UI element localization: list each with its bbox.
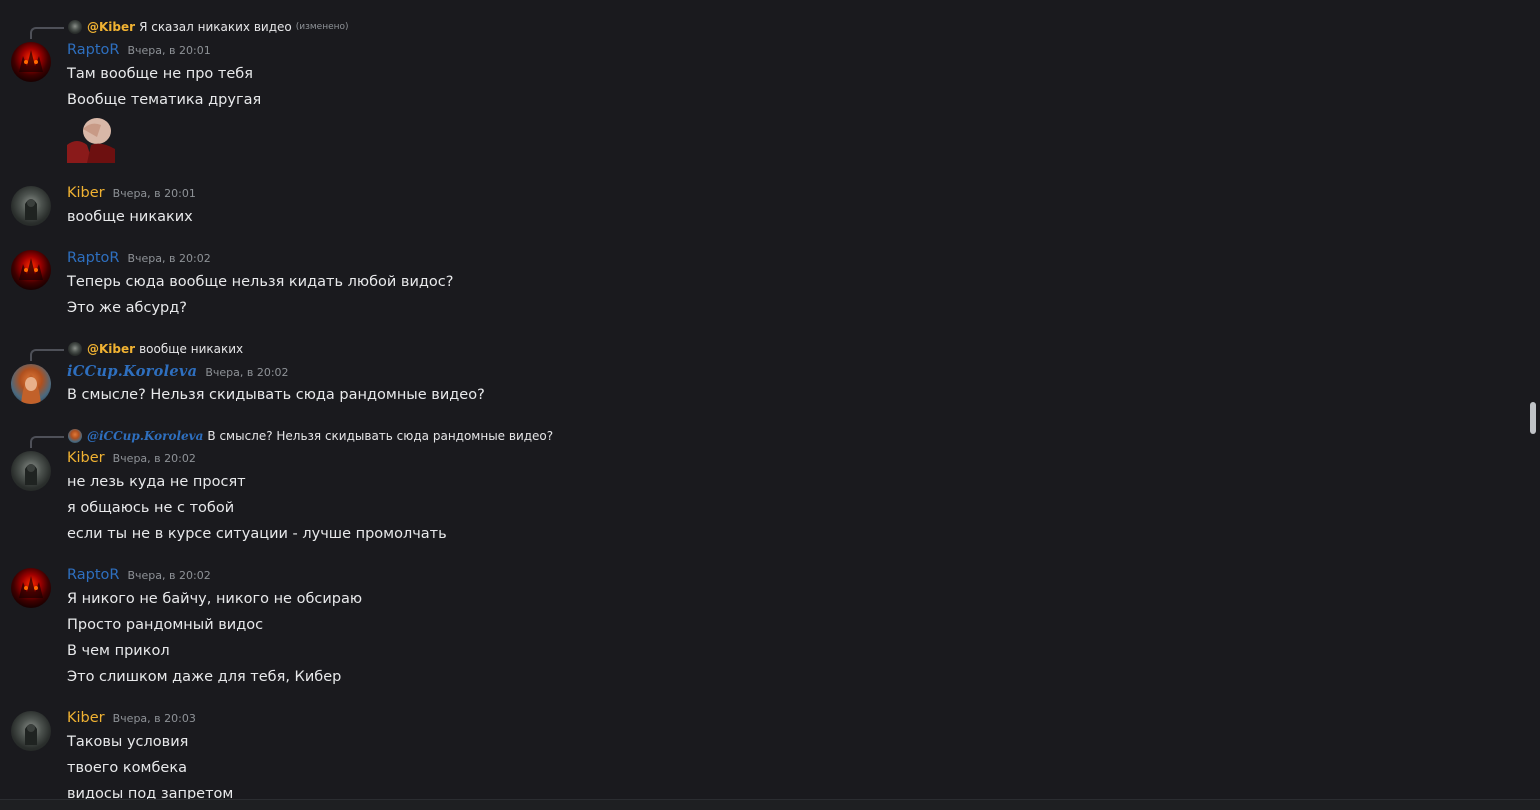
reply-content: @Kiber Я сказал никаких видео (изменено) — [68, 18, 349, 36]
avatar-kiber[interactable] — [11, 711, 51, 751]
message-text: Это слишком даже для тебя, Кибер — [67, 669, 342, 685]
raptor-avatar-art — [19, 576, 43, 598]
scrollbar-thumb[interactable] — [1530, 402, 1536, 434]
message-header: RaptoR Вчера, в 20:01 — [67, 42, 211, 62]
message-timestamp[interactable]: Вчера, в 20:02 — [127, 252, 210, 265]
edited-label: (изменено) — [295, 22, 349, 32]
reply-spine — [30, 436, 64, 448]
avatar-raptor[interactable] — [11, 42, 51, 82]
message-header: Kiber Вчера, в 20:03 — [67, 710, 196, 730]
composer-edge — [0, 799, 1540, 810]
reply-mention-name[interactable]: @Kiber — [87, 20, 135, 34]
message-text: вообще никаких — [67, 209, 193, 225]
message-text: Теперь сюда вообще нельзя кидать любой в… — [67, 274, 454, 290]
author-name-kiber[interactable]: Kiber — [67, 185, 105, 201]
kiber-avatar-art — [25, 464, 37, 485]
message-text: если ты не в курсе ситуации - лучше пром… — [67, 526, 447, 542]
koroleva-avatar-art — [21, 374, 41, 404]
facepalm-image — [67, 115, 115, 163]
chat-message-list: @Kiber Я сказал никаких видео (изменено)… — [0, 0, 1540, 810]
message-timestamp[interactable]: Вчера, в 20:02 — [113, 452, 196, 465]
author-name-kiber[interactable]: Kiber — [67, 710, 105, 726]
reply-avatar-kiber — [68, 342, 82, 356]
author-name-raptor[interactable]: RaptoR — [67, 567, 119, 583]
raptor-avatar-art — [19, 50, 43, 72]
reply-spine — [30, 349, 64, 361]
message-timestamp[interactable]: Вчера, в 20:02 — [205, 366, 288, 379]
message-text: В смысле? Нельзя скидывать сюда рандомны… — [67, 387, 485, 403]
kiber-avatar-art — [25, 724, 37, 745]
message-text: Таковы условия — [67, 734, 189, 750]
reply-content: @Kiber вообще никаких — [68, 340, 243, 358]
kiber-avatar-art — [25, 199, 37, 220]
message-text: Там вообще не про тебя — [67, 66, 253, 82]
reply-mention-name[interactable]: @iCCup.Koroleva — [87, 429, 203, 443]
facepalm-sticker[interactable] — [67, 115, 115, 163]
reply-text: В смысле? Нельзя скидывать сюда рандомны… — [207, 429, 554, 443]
message-timestamp[interactable]: Вчера, в 20:03 — [113, 712, 196, 725]
reply-mention-name[interactable]: @Kiber — [87, 342, 135, 356]
author-name-kiber[interactable]: Kiber — [67, 450, 105, 466]
raptor-avatar-art — [19, 258, 43, 280]
avatar-raptor[interactable] — [11, 250, 51, 290]
message-text: твоего комбека — [67, 760, 187, 776]
message-timestamp[interactable]: Вчера, в 20:01 — [127, 44, 210, 57]
message-text: Я никого не байчу, никого не обсираю — [67, 591, 363, 607]
reply-text: Я сказал никаких видео — [139, 20, 292, 34]
author-name-raptor[interactable]: RaptoR — [67, 250, 119, 266]
message-text: Это же абсурд? — [67, 300, 187, 316]
reply-content: @iCCup.Koroleva В смысле? Нельзя скидыва… — [68, 427, 553, 445]
avatar-kiber[interactable] — [11, 451, 51, 491]
avatar-kiber[interactable] — [11, 186, 51, 226]
avatar-raptor[interactable] — [11, 568, 51, 608]
message-header: Kiber Вчера, в 20:01 — [67, 185, 196, 205]
reply-spine — [30, 27, 64, 39]
message-text: не лезь куда не просят — [67, 474, 246, 490]
avatar-koroleva[interactable] — [11, 364, 51, 404]
reply-avatar-kiber — [68, 20, 82, 34]
message-text: я общаюсь не с тобой — [67, 500, 235, 516]
message-timestamp[interactable]: Вчера, в 20:02 — [127, 569, 210, 582]
message-header: RaptoR Вчера, в 20:02 — [67, 567, 211, 587]
message-text: В чем прикол — [67, 643, 170, 659]
message-header: iCCup.Koroleva Вчера, в 20:02 — [67, 363, 289, 383]
author-name-koroleva[interactable]: iCCup.Koroleva — [67, 363, 197, 380]
message-header: Kiber Вчера, в 20:02 — [67, 450, 196, 470]
message-timestamp[interactable]: Вчера, в 20:01 — [113, 187, 196, 200]
reply-avatar-koroleva — [68, 429, 82, 443]
reply-text: вообще никаких — [139, 342, 244, 356]
message-header: RaptoR Вчера, в 20:02 — [67, 250, 211, 270]
author-name-raptor[interactable]: RaptoR — [67, 42, 119, 58]
message-text: Просто рандомный видос — [67, 617, 264, 633]
message-text: Вообще тематика другая — [67, 92, 262, 108]
